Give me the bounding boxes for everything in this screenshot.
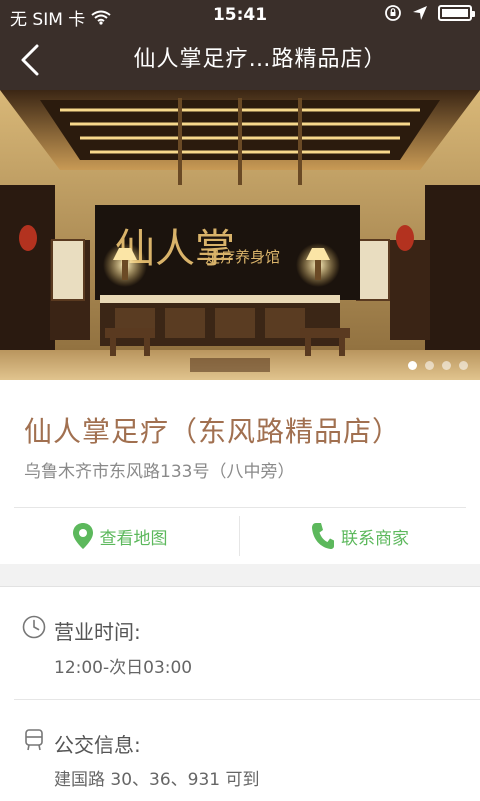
map-pin-icon — [72, 523, 93, 549]
page-title: 仙人掌足疗…路精品店） — [133, 47, 387, 72]
bus-info-value: 建国路 30、36、931 可到 — [54, 770, 260, 790]
shop-details-card: 营业时间: 12:00-次日03:00 公交信息: 建国路 30、36、931 … — [0, 586, 480, 801]
shop-name: 仙人掌足疗（东风路精品店） — [24, 415, 402, 448]
phone-icon — [312, 523, 334, 549]
carousel-dot-2[interactable] — [425, 361, 434, 370]
business-hours-value: 12:00-次日03:00 — [54, 658, 193, 678]
back-button[interactable] — [10, 40, 50, 80]
status-bar: 无 SIM 卡 15:41 — [0, 0, 480, 30]
shop-address: 乌鲁木齐市东风路133号（八中旁） — [24, 462, 295, 482]
view-map-label: 查看地图 — [99, 528, 168, 549]
battery-icon — [438, 5, 475, 21]
chevron-left-icon — [21, 44, 39, 76]
contact-merchant-button[interactable]: 联系商家 — [240, 508, 480, 564]
divider — [14, 699, 480, 700]
business-hours-title: 营业时间: — [54, 620, 141, 644]
view-map-button[interactable]: 查看地图 — [0, 508, 239, 564]
carousel-dot-4[interactable] — [459, 361, 468, 370]
shop-info-card: 仙人掌足疗（东风路精品店） 乌鲁木齐市东风路133号（八中旁） 查看地图 联系商… — [0, 380, 480, 564]
carousel-dot-1[interactable] — [408, 361, 417, 370]
nav-bar: 仙人掌足疗…路精品店） — [0, 30, 480, 90]
clock-icon — [22, 615, 46, 639]
bus-info-title: 公交信息: — [54, 733, 141, 757]
bus-icon — [25, 729, 43, 751]
carousel-pager — [408, 361, 468, 370]
status-right — [384, 4, 475, 22]
shop-sign-subtext: 足疗养身馆 — [205, 248, 280, 266]
shop-interior-image: 仙人掌 足疗养身馆 — [0, 90, 480, 380]
location-arrow-icon — [413, 6, 427, 20]
contact-merchant-label: 联系商家 — [341, 528, 409, 549]
carousel-dot-3[interactable] — [442, 361, 451, 370]
shop-photo-carousel[interactable]: 仙人掌 足疗养身馆 — [0, 90, 480, 380]
rotation-lock-icon — [385, 5, 401, 21]
